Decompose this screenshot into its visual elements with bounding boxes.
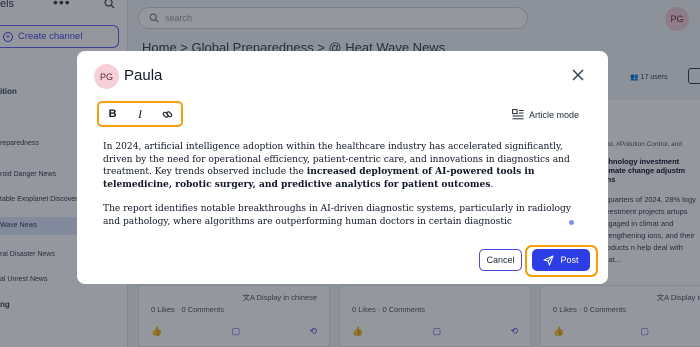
close-icon[interactable]: [572, 68, 586, 82]
italic-button[interactable]: I: [130, 105, 150, 123]
text-run: .: [490, 179, 494, 190]
link-button[interactable]: [157, 105, 177, 123]
cancel-button[interactable]: Cancel: [479, 249, 522, 271]
editor-paragraph: The report identifies notable breakthrou…: [103, 204, 571, 227]
cursor-indicator: [569, 220, 574, 225]
bold-button[interactable]: B: [103, 105, 123, 123]
author-name: Paula: [124, 67, 163, 84]
post-editor[interactable]: In 2024, artificial intelligence adoptio…: [103, 141, 579, 231]
article-mode-toggle[interactable]: Article mode: [512, 109, 579, 120]
compose-modal: PG Paula B I Article mode In 2024, artif…: [77, 51, 608, 284]
article-mode-icon: [512, 109, 524, 120]
author-avatar: PG: [94, 64, 119, 89]
post-label: Post: [560, 255, 579, 265]
editor-paragraph: In 2024, artificial intelligence adoptio…: [103, 141, 579, 191]
post-button[interactable]: Post: [532, 249, 590, 271]
send-icon: [543, 254, 555, 266]
format-toolbar: B I: [97, 101, 183, 127]
link-icon: [162, 110, 173, 118]
article-mode-label: Article mode: [529, 109, 580, 120]
